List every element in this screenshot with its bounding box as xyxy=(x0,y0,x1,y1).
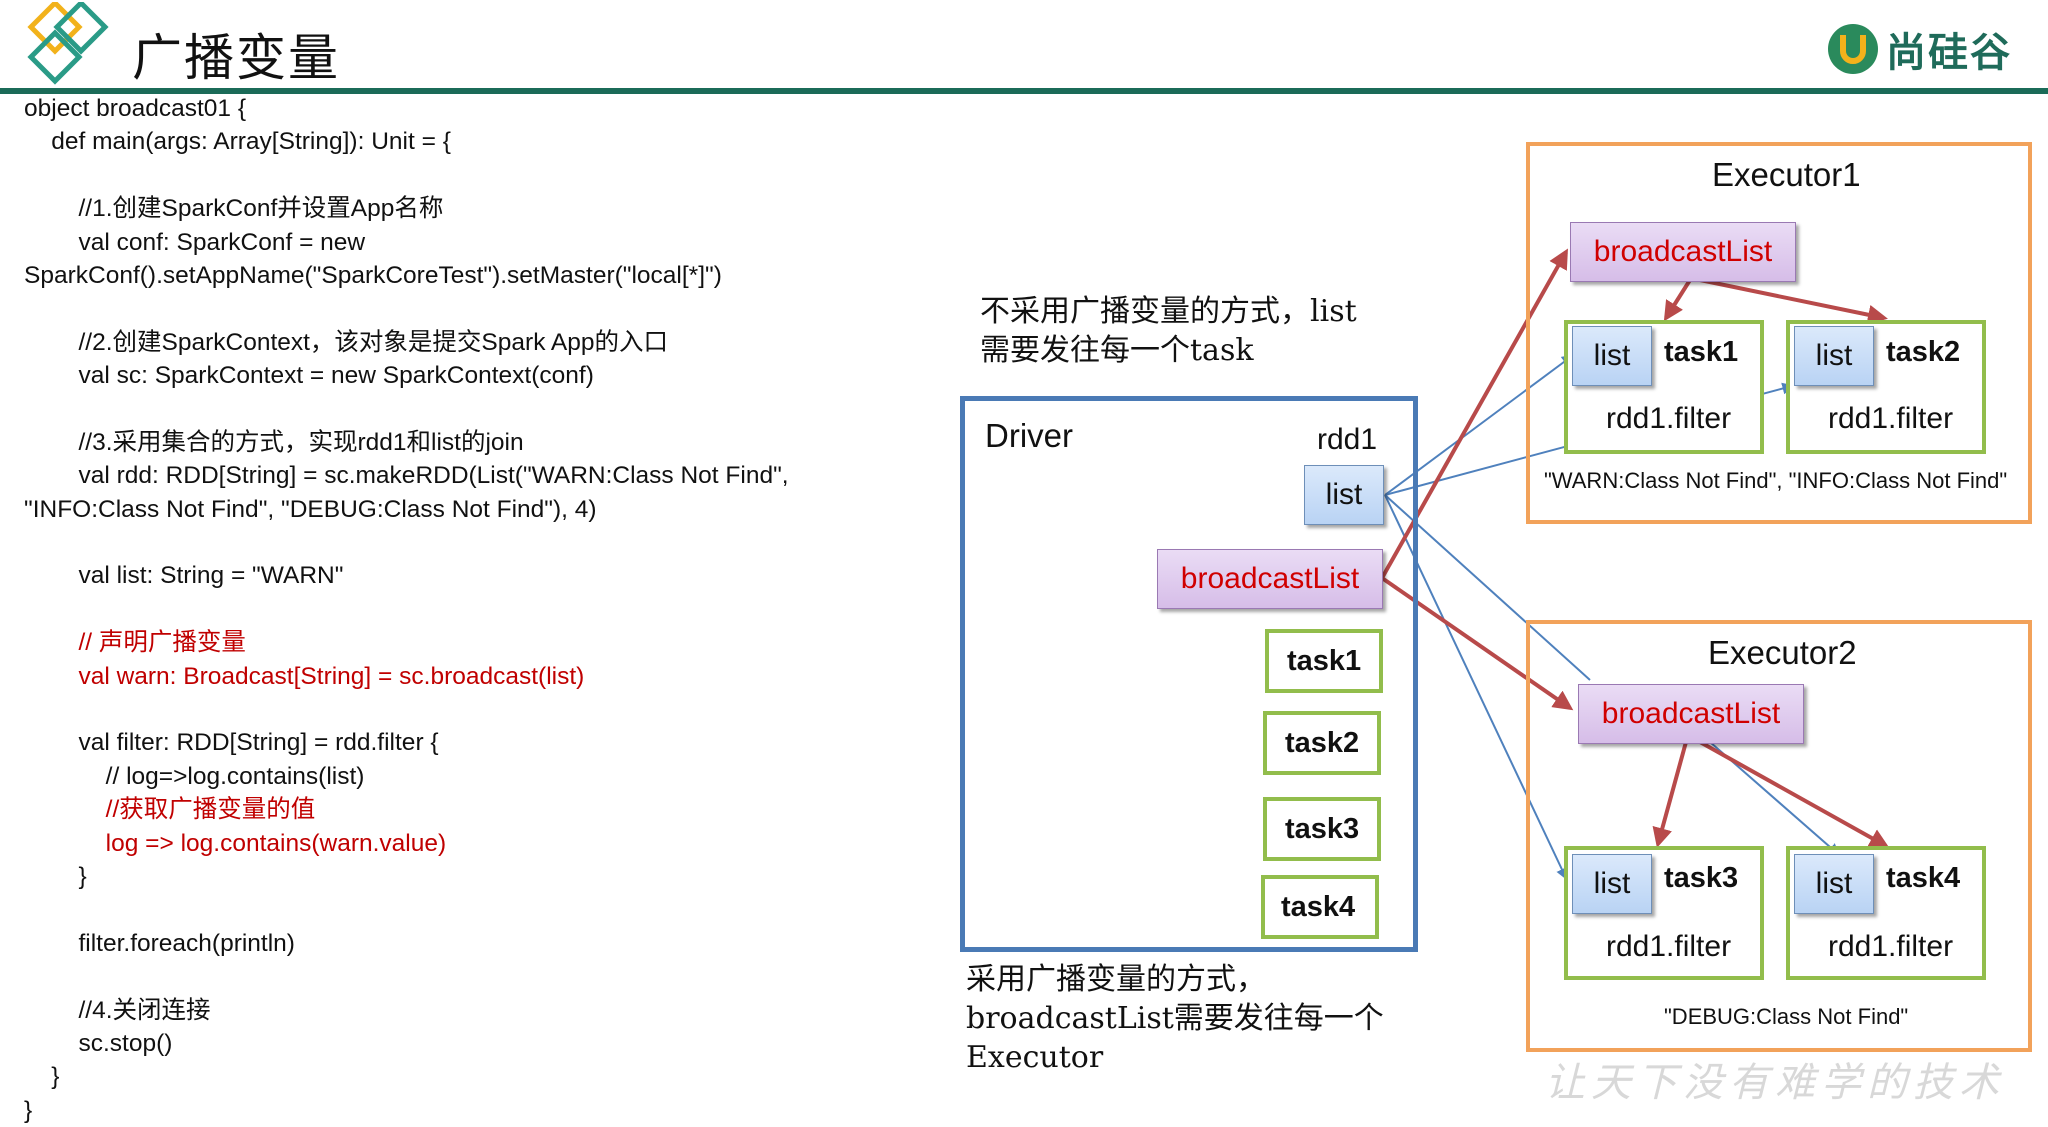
executor1-task2-op: rdd1.filter xyxy=(1828,402,1954,435)
footer-slogan: 让天下没有难学的技术 xyxy=(1545,1060,2005,1106)
driver-task-1-label: task1 xyxy=(1287,645,1362,677)
executor1-task1-op: rdd1.filter xyxy=(1606,402,1732,435)
driver-task-3: task3 xyxy=(1263,797,1381,861)
driver-broadcast-chip: broadcastList xyxy=(1157,549,1383,609)
executor1-task2-box: list task2 rdd1.filter xyxy=(1786,320,1986,454)
driver-list-chip: list xyxy=(1304,465,1384,525)
driver-rdd-label: rdd1 xyxy=(1317,423,1378,456)
executor1-box: Executor1 broadcastList list task1 rdd1.… xyxy=(1526,142,2032,524)
executor2-task4-op: rdd1.filter xyxy=(1828,930,1954,963)
driver-task-1: task1 xyxy=(1265,629,1383,693)
executor2-task3-list-chip: list xyxy=(1572,854,1652,914)
executor2-task3-op: rdd1.filter xyxy=(1606,930,1732,963)
executor2-task4-label: task4 xyxy=(1886,862,1961,894)
executor2-broadcast-chip: broadcastList xyxy=(1578,684,1804,744)
executor1-title: Executor1 xyxy=(1712,156,1861,193)
executor1-task1-label: task1 xyxy=(1664,336,1739,368)
driver-box: Driver rdd1 list broadcastList task1 tas… xyxy=(960,396,1418,952)
executor1-task1-list-chip: list xyxy=(1572,326,1652,386)
driver-task-2: task2 xyxy=(1263,711,1381,775)
executor2-data-label: "DEBUG:Class Not Find" xyxy=(1664,1004,1909,1029)
driver-task-2-label: task2 xyxy=(1285,727,1360,759)
executor2-box: Executor2 broadcastList list task3 rdd1.… xyxy=(1526,620,2032,1052)
note-with-broadcast: 采用广播变量的方式， broadcastList需要发往每一个 Executor xyxy=(966,962,1384,1075)
driver-task-3-label: task3 xyxy=(1285,813,1360,845)
executor2-task4-list-chip: list xyxy=(1794,854,1874,914)
executor2-task3-label: task3 xyxy=(1664,862,1739,894)
executor2-task4-box: list task4 rdd1.filter xyxy=(1786,846,1986,980)
executor1-data-label: "WARN:Class Not Find", "INFO:Class Not F… xyxy=(1544,468,2008,493)
executor1-task2-list-chip: list xyxy=(1794,326,1874,386)
executor2-title: Executor2 xyxy=(1708,634,1857,671)
note-without-broadcast: 不采用广播变量的方式，list 需要发往每一个task xyxy=(980,294,1357,368)
executor2-task3-box: list task3 rdd1.filter xyxy=(1564,846,1764,980)
driver-title: Driver xyxy=(985,417,1073,454)
driver-task-4: task4 xyxy=(1261,875,1379,939)
executor1-broadcast-chip: broadcastList xyxy=(1570,222,1796,282)
executor1-task2-label: task2 xyxy=(1886,336,1961,368)
executor1-task1-box: list task1 rdd1.filter xyxy=(1564,320,1764,454)
driver-task-4-label: task4 xyxy=(1281,891,1356,923)
